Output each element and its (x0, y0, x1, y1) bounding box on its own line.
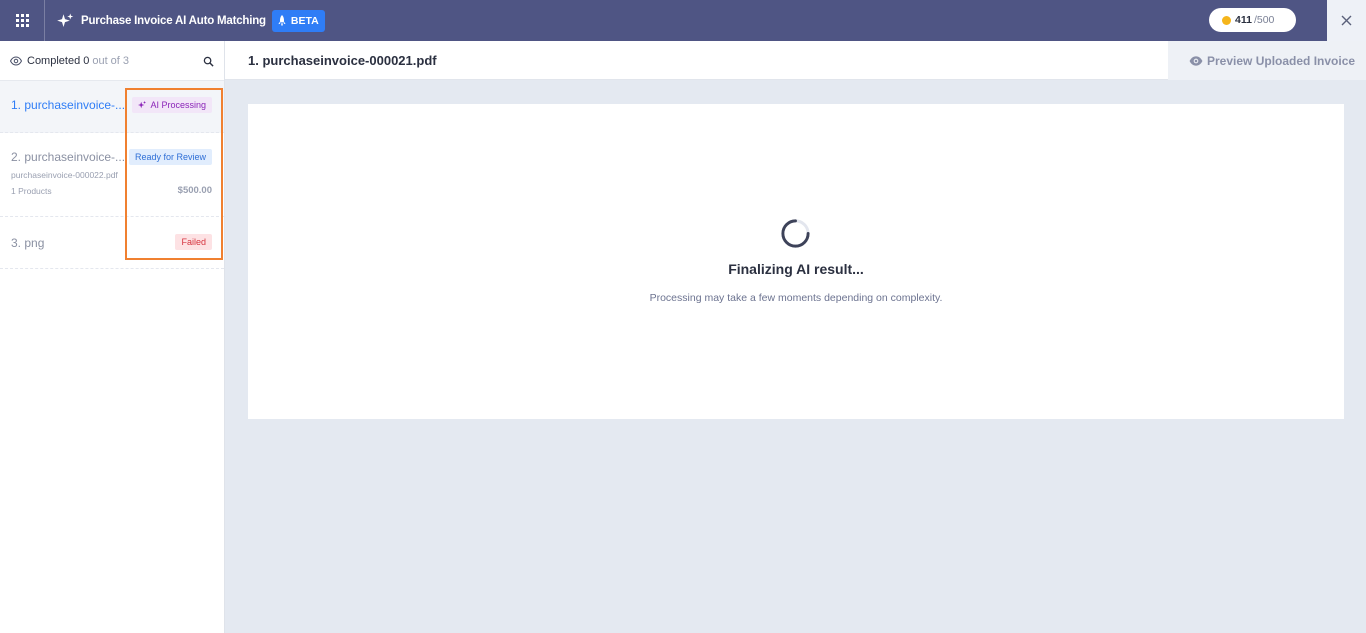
apps-menu-button[interactable] (0, 0, 45, 41)
invoice-amount: $500.00 (177, 185, 212, 196)
close-icon (1341, 15, 1352, 26)
completed-label: Completed (27, 54, 81, 67)
eye-icon (10, 55, 22, 66)
sparkle-icon (138, 101, 147, 109)
sidebar-header: Completed 0 out of 3 (0, 41, 224, 81)
status-badge: Failed (175, 234, 212, 250)
status-title: Finalizing AI result... (728, 261, 864, 277)
invoice-name: 1. purchaseinvoice-... (11, 98, 126, 112)
completed-count: 0 (83, 54, 90, 67)
status-subtitle: Processing may take a few moments depend… (649, 292, 943, 304)
invoice-list-item[interactable]: 2. purchaseinvoice-... Ready for Review … (0, 133, 224, 217)
status-badge: Ready for Review (128, 149, 212, 165)
status-label: Ready for Review (134, 152, 206, 162)
beta-badge: BETA (271, 9, 325, 32)
sparkle-icon (57, 13, 74, 27)
credits-used: 411 (1235, 14, 1252, 26)
eye-icon (1189, 55, 1203, 66)
preview-invoice-button[interactable]: Preview Uploaded Invoice (1168, 41, 1366, 80)
app-title: Purchase Invoice AI Auto Matching (81, 14, 266, 27)
beta-label: BETA (290, 14, 319, 27)
product-count: 1 Products (11, 186, 52, 196)
invoice-name: 2. purchaseinvoice-... (11, 150, 126, 164)
processing-card: Finalizing AI result... Processing may t… (248, 104, 1344, 419)
credits-pill[interactable]: 411 /500 (1209, 8, 1296, 32)
preview-label: Preview Uploaded Invoice (1207, 53, 1356, 68)
document-header: 1. purchaseinvoice-000021.pdf Preview Up… (225, 41, 1366, 80)
invoice-name: 3. png (11, 236, 45, 250)
invoice-sidebar: Completed 0 out of 3 1. purchaseinvoice-… (0, 41, 225, 633)
completed-total: out of 3 (92, 54, 130, 67)
invoice-list-item[interactable]: 1. purchaseinvoice-... AI Processing (0, 81, 224, 133)
loading-spinner-icon (781, 219, 810, 248)
status-badge: AI Processing (132, 97, 212, 113)
grid-icon (15, 14, 29, 27)
document-title: 1. purchaseinvoice-000021.pdf (248, 53, 437, 68)
invoice-list-item[interactable]: 3. png Failed (0, 217, 224, 269)
invoice-file-name: purchaseinvoice-000022.pdf (11, 170, 118, 180)
app-title-group: Purchase Invoice AI Auto Matching BETA (56, 9, 325, 32)
top-bar: Purchase Invoice AI Auto Matching BETA 4… (0, 0, 1366, 41)
coin-icon (1222, 15, 1231, 25)
rocket-icon (278, 15, 286, 26)
status-label: AI Processing (150, 100, 206, 110)
credits-total: /500 (1253, 14, 1275, 26)
search-icon[interactable] (203, 56, 214, 67)
status-label: Failed (181, 237, 206, 247)
close-button[interactable] (1327, 0, 1366, 41)
